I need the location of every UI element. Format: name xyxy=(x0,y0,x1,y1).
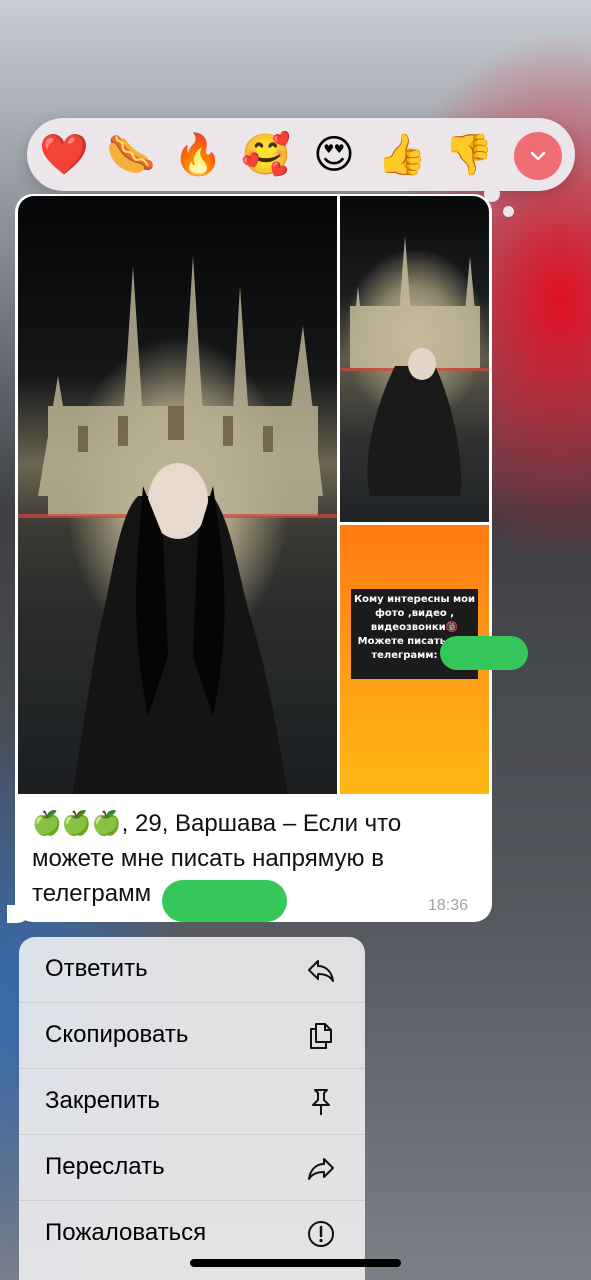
menu-item-forward[interactable]: Переслать xyxy=(19,1135,365,1201)
menu-item-label: Ответить xyxy=(45,955,148,982)
copy-icon xyxy=(310,1023,332,1049)
photo-main[interactable] xyxy=(18,196,337,794)
reply-icon xyxy=(308,960,334,982)
reaction-thumbs-up[interactable]: 👍 xyxy=(377,130,427,180)
reaction-heart-eyes[interactable]: 😍 xyxy=(309,130,359,180)
menu-item-label: Закрепить xyxy=(45,1087,160,1114)
reaction-hotdog[interactable]: 🌭 xyxy=(106,130,156,180)
message-time: 18:36 xyxy=(428,897,469,914)
menu-item-label: Скопировать xyxy=(45,1021,189,1048)
menu-item-reply[interactable]: Ответить xyxy=(19,937,365,1003)
menu-item-label: Пожаловаться xyxy=(45,1219,207,1246)
reaction-thumbs-down[interactable]: 👎 xyxy=(444,130,494,180)
menu-item-copy[interactable]: Скопировать xyxy=(19,1003,365,1069)
cathedral-photo-art xyxy=(18,256,337,794)
home-indicator[interactable] xyxy=(190,1259,401,1267)
cathedral-photo-art-small xyxy=(340,236,489,496)
menu-item-report[interactable]: Пожаловаться xyxy=(19,1201,365,1267)
pin-icon xyxy=(312,1089,330,1115)
bubble-dot xyxy=(503,206,514,217)
reaction-fire[interactable]: 🔥 xyxy=(173,130,223,180)
menu-item-pin[interactable]: Закрепить xyxy=(19,1069,365,1135)
menu-item-label: Переслать xyxy=(45,1153,165,1180)
photo-top-right[interactable] xyxy=(340,196,489,522)
context-menu: Ответить Скопировать Закрепить Переслать… xyxy=(19,937,365,1280)
reaction-heart[interactable]: ❤️ xyxy=(39,130,89,180)
reaction-smiling-hearts[interactable]: 🥰 xyxy=(241,130,291,180)
redaction-blob xyxy=(162,880,287,922)
exclamation-circle-icon xyxy=(308,1221,334,1247)
caption-emoji: 🍏🍏🍏 xyxy=(32,809,122,837)
reaction-bar: ❤️ 🌭 🔥 🥰 😍 👍 👎 xyxy=(27,118,575,191)
chevron-down-icon xyxy=(530,151,546,161)
more-reactions-button[interactable] xyxy=(514,132,562,180)
redaction-blob xyxy=(440,636,528,670)
forward-icon xyxy=(308,1158,334,1180)
